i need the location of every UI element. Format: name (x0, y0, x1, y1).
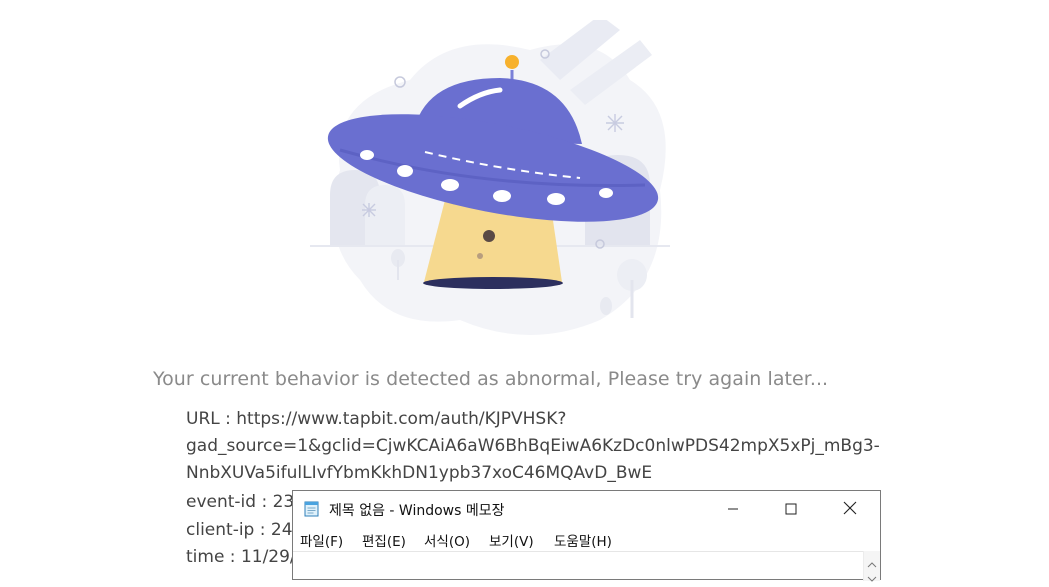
notepad-icon (304, 500, 320, 517)
vertical-scrollbar[interactable] (863, 551, 880, 582)
menu-file[interactable]: 파일(F) (300, 530, 343, 550)
close-icon (843, 500, 857, 519)
url-line: gad_source=1&gclid=CjwKCAiA6aW6BhBqEiwA6… (186, 436, 880, 456)
menu-edit[interactable]: 편집(E) (362, 530, 406, 550)
menu-help[interactable]: 도움말(H) (554, 530, 612, 550)
maximize-icon (785, 500, 797, 519)
client-ip-line: client-ip : 24. (186, 520, 298, 540)
notepad-window[interactable]: 제목 없음 - Windows 메모장 파일(F) 편집(E) 서식(O) 보기… (292, 490, 881, 582)
url-line: URL : https://www.tapbit.com/auth/KJPVHS… (186, 409, 567, 429)
event-id-line: event-id : 23 (186, 492, 295, 512)
abnormal-behavior-message: Your current behavior is detected as abn… (153, 368, 829, 390)
minimize-icon (727, 500, 739, 519)
minimize-button[interactable] (710, 491, 756, 527)
menu-view[interactable]: 보기(V) (489, 530, 534, 550)
menu-format[interactable]: 서식(O) (424, 530, 470, 550)
close-button[interactable] (827, 491, 873, 527)
scroll-down-icon[interactable] (867, 568, 877, 587)
time-line: time : 11/29/ (186, 547, 296, 567)
maximize-button[interactable] (768, 491, 814, 527)
ufo-illustration (300, 15, 680, 340)
window-title: 제목 없음 - Windows 메모장 (329, 503, 505, 519)
url-line: NnbXUVa5ifulLIvfYbmKkhDN1ypb37xoC46MQAvD… (186, 463, 653, 483)
menu-bar: 파일(F) 편집(E) 서식(O) 보기(V) 도움말(H) (293, 527, 880, 551)
text-editor-area[interactable] (293, 551, 880, 581)
notepad-title-bar[interactable]: 제목 없음 - Windows 메모장 (293, 491, 880, 527)
